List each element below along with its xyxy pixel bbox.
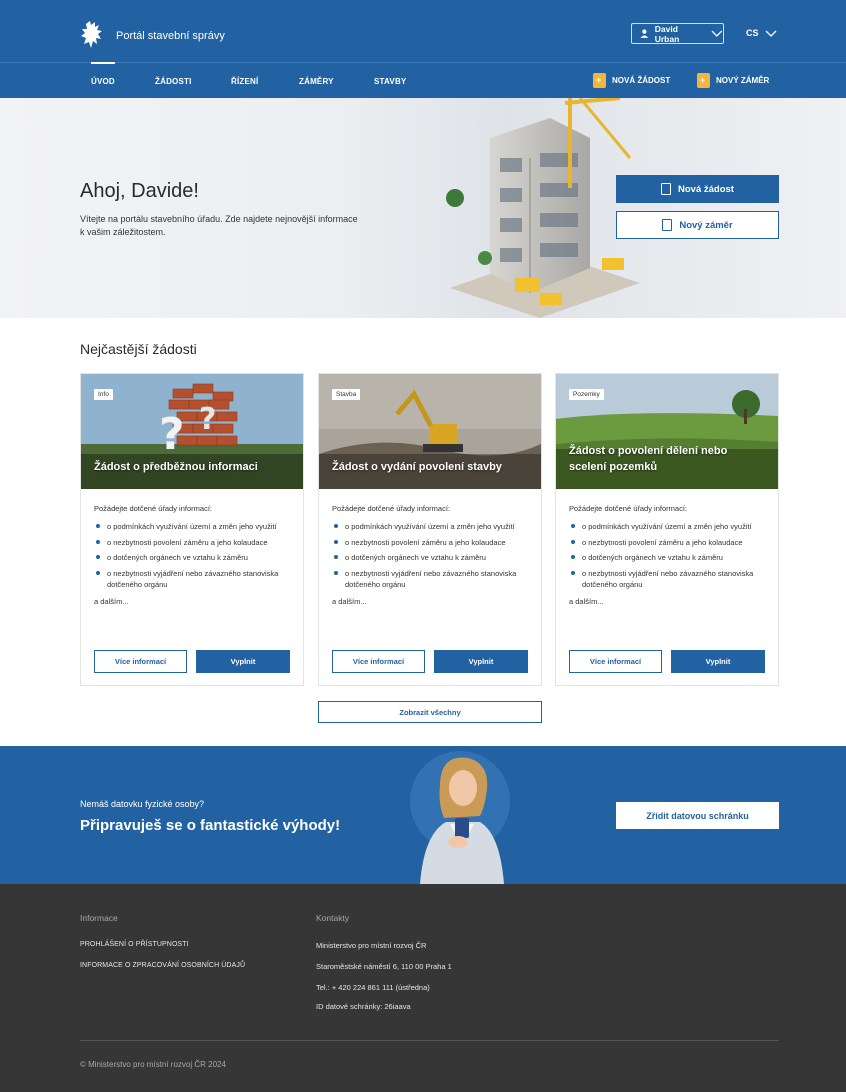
card-body: Požádejte dotčené úřady informací: o pod… [332,504,532,606]
card-tag: Info [94,389,113,400]
nav-item-rizeni[interactable]: ŘÍZENÍ [231,77,258,86]
hero-banner: Ahoj, Davide! Vítejte na portálu stavebn… [0,98,846,318]
list-item: o podmínkách využívání území a změn jeho… [569,521,769,533]
new-request-button-label: Nová žádost [678,183,734,195]
hero-text: Vítejte na portálu stavebního úřadu. Zde… [80,214,358,237]
contact-databox: ID datové schránky: 26iaava [316,1002,411,1011]
list-item: o podmínkách využívání území a změn jeho… [94,521,294,533]
list-item: o dotčených orgánech ve vztahu k záměru [332,552,532,564]
section-title: Nejčastější žádosti [80,341,197,357]
language-label: CS [746,28,759,38]
card-intro: Požádejte dotčené úřady informací: [332,504,450,513]
list-item: o nezbytnosti vyjádření nebo závazného s… [94,568,294,591]
promo-subtitle: Nemáš datovku fyzické osoby? [80,799,205,809]
building-construction-illustration [446,98,640,318]
chevron-down-icon [711,30,723,37]
chevron-down-icon [765,30,776,37]
request-card: Stavba Žádost o vydání povolení stavby P… [318,373,542,686]
user-name: David Urban [654,23,680,44]
top-bar: Portál stavební správy David Urban CS [0,0,846,62]
contact-org: Ministerstvo pro místní rozvoj ČR [316,941,427,950]
list-item: o nezbytnosti povolení záměru a jeho kol… [332,537,532,549]
document-icon [661,183,672,195]
main-nav: ÚVOD ŽÁDOSTI ŘÍZENÍ ZÁMĚRY STAVBY NOVÁ Ž… [0,62,846,98]
fill-button[interactable]: Vyplnit [671,650,765,673]
card-tag: Stavba [332,389,361,400]
copyright: © Ministerstvo pro místní rozvoj ČR 2024 [80,1060,226,1069]
nav-item-zadosti[interactable]: ŽÁDOSTI [155,77,192,86]
more-info-button[interactable]: Více informací [569,650,662,673]
language-selector[interactable]: CS [746,28,777,38]
new-document-icon [697,73,710,88]
new-plan-label: NOVÝ ZÁMĚR [716,76,770,85]
request-card: ? ? Info Žádost o předběžnou informaci P… [80,373,304,686]
footer-divider [80,1040,779,1041]
portal-name[interactable]: Portál stavební správy [116,30,225,42]
footer: Informace PROHLÁŠENÍ O PŘÍSTUPNOSTI INFO… [0,884,846,1092]
list-item: o dotčených orgánech ve vztahu k záměru [569,552,769,564]
document-icon [662,219,673,231]
new-request-label: NOVÁ ŽÁDOST [612,76,671,85]
create-databox-button[interactable]: Zřídit datovou schránku [616,802,779,829]
promo-banner: Nemáš datovku fyzické osoby? Připravuješ… [0,746,846,884]
card-title[interactable]: Žádost o vydání povolení stavby [332,459,529,475]
request-card: Pozemky Žádost o povolení dělení nebo sc… [555,373,779,686]
footer-contacts-heading: Kontakty [316,913,350,923]
svg-text:?: ? [159,409,185,460]
card-image: Stavba Žádost o vydání povolení stavby [319,374,541,489]
card-list: o podmínkách využívání území a změn jeho… [94,521,294,591]
woman-with-phone-image [410,751,510,884]
card-image: Pozemky Žádost o povolení dělení nebo sc… [556,374,778,489]
new-request-button[interactable]: Nová žádost [616,175,779,203]
nav-item-uvod[interactable]: ÚVOD [91,77,115,86]
list-item: o podmínkách využívání území a změn jeho… [332,521,532,533]
accessibility-link[interactable]: PROHLÁŠENÍ O PŘÍSTUPNOSTI [80,941,189,948]
show-all-button[interactable]: Zobrazit všechny [318,701,542,723]
list-item: o nezbytnosti vyjádření nebo závazného s… [332,568,532,591]
card-list: o podmínkách využívání území a změn jeho… [569,521,769,591]
footer-info-heading: Informace [80,913,118,923]
list-item: o nezbytnosti povolení záměru a jeho kol… [94,537,294,549]
fill-button[interactable]: Vyplnit [196,650,290,673]
new-request-link[interactable]: NOVÁ ŽÁDOST [593,73,670,88]
card-intro: Požádejte dotčené úřady informací: [569,504,687,513]
contact-address: Staroměstské náměstí 6, 110 00 Praha 1 [316,962,452,971]
nav-active-indicator [91,62,115,64]
privacy-link[interactable]: INFORMACE O ZPRACOVÁNÍ OSOBNÍCH ÚDAJŮ [80,962,245,969]
lion-logo-icon[interactable] [80,20,106,50]
new-plan-button-label: Nový záměr [679,219,733,231]
card-more: a dalším... [332,596,367,606]
card-more: a dalším... [94,596,129,606]
contact-phone: Tel.: + 420 224 861 111 (ústředna) [316,983,430,992]
nav-item-zamery[interactable]: ZÁMĚRY [299,77,334,86]
new-document-icon [593,73,606,88]
nav-item-stavby[interactable]: STAVBY [374,77,406,86]
hero-title: Ahoj, Davide! [80,180,199,202]
user-icon [640,29,649,38]
promo-title: Připravuješ se o fantastické výhody! [80,817,341,834]
card-title[interactable]: Žádost o povolení dělení nebo scelení po… [569,443,766,475]
list-item: o nezbytnosti povolení záměru a jeho kol… [569,537,769,549]
fill-button[interactable]: Vyplnit [434,650,528,673]
new-plan-link[interactable]: NOVÝ ZÁMĚR [697,73,769,88]
svg-text:?: ? [199,402,216,437]
card-list: o podmínkách využívání území a změn jeho… [332,521,532,591]
card-body: Požádejte dotčené úřady informací: o pod… [569,504,769,606]
card-body: Požádejte dotčené úřady informací: o pod… [94,504,294,606]
list-item: o nezbytnosti vyjádření nebo závazného s… [569,568,769,591]
card-tag: Pozemky [569,389,604,400]
list-item: o dotčených orgánech ve vztahu k záměru [94,552,294,564]
card-title[interactable]: Žádost o předběžnou informaci [94,459,291,475]
card-more: a dalším... [569,596,604,606]
card-image: ? ? Info Žádost o předběžnou informaci [81,374,303,489]
user-menu-button[interactable]: David Urban [631,23,724,44]
new-plan-button[interactable]: Nový záměr [616,211,779,239]
more-info-button[interactable]: Více informací [94,650,187,673]
more-info-button[interactable]: Více informací [332,650,425,673]
card-intro: Požádejte dotčené úřady informací: [94,504,212,513]
